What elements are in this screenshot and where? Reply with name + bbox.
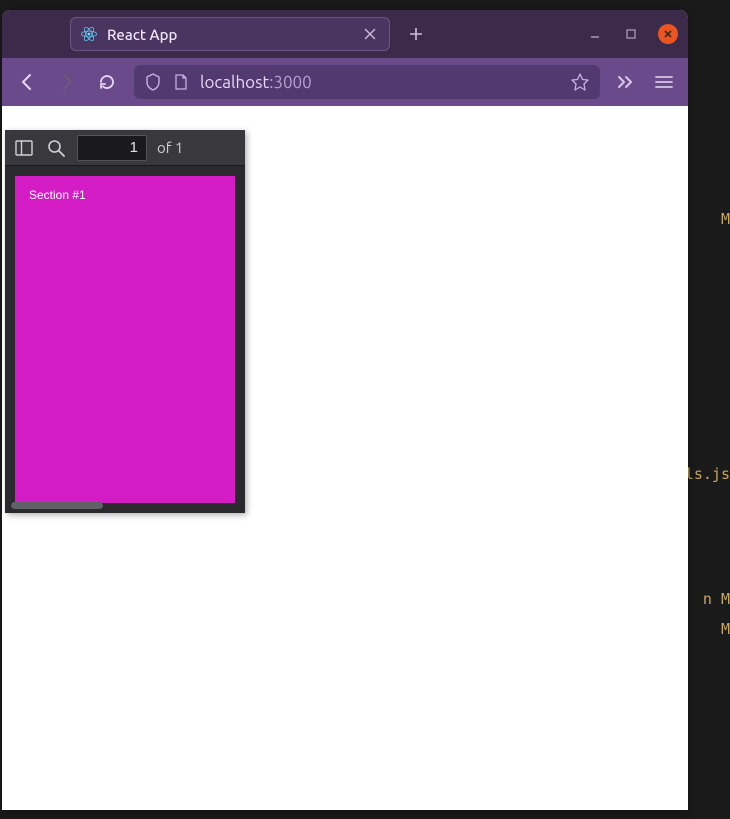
sidebar-toggle-icon[interactable] — [13, 137, 35, 159]
tab-title: React App — [107, 26, 351, 43]
bg-code-hint: ls.js — [685, 465, 730, 483]
horizontal-scrollbar[interactable] — [11, 502, 103, 509]
maximize-button[interactable] — [622, 25, 640, 43]
pdf-page: Section #1 — [15, 176, 235, 503]
page-icon — [172, 73, 190, 91]
window-controls — [586, 24, 678, 44]
pdf-body[interactable]: Section #1 — [5, 166, 245, 513]
bg-code-hint: M — [721, 620, 730, 638]
url-bar[interactable]: localhost:3000 — [134, 65, 600, 99]
hamburger-menu-icon[interactable] — [652, 70, 676, 94]
close-window-button[interactable] — [658, 24, 678, 44]
page-total-label: of 1 — [157, 139, 183, 156]
page-content: of 1 Section #1 — [2, 106, 688, 810]
back-button[interactable] — [14, 69, 40, 95]
tab-bar: React App — [2, 10, 688, 58]
new-tab-button[interactable] — [402, 20, 430, 48]
bookmark-star-icon[interactable] — [570, 72, 590, 92]
bg-code-hint: M — [721, 210, 730, 228]
browser-tab[interactable]: React App — [70, 17, 390, 51]
search-icon[interactable] — [45, 137, 67, 159]
pdf-toolbar: of 1 — [5, 130, 245, 166]
overflow-chevron-icon[interactable] — [614, 70, 638, 94]
pdf-viewer: of 1 Section #1 — [5, 130, 245, 513]
url-text: localhost:3000 — [200, 73, 560, 92]
minimize-button[interactable] — [586, 25, 604, 43]
reload-button[interactable] — [94, 69, 120, 95]
shield-icon — [144, 73, 162, 91]
react-logo-icon — [81, 26, 97, 42]
url-host: localhost — [200, 73, 269, 92]
url-port: :3000 — [269, 73, 312, 92]
pdf-section-title: Section #1 — [29, 188, 221, 202]
forward-button[interactable] — [54, 69, 80, 95]
page-number-input[interactable] — [77, 135, 147, 161]
close-tab-icon[interactable] — [361, 25, 379, 43]
address-bar: localhost:3000 — [2, 58, 688, 106]
bg-code-hint: n M — [703, 590, 730, 608]
browser-window: React App — [2, 10, 688, 810]
